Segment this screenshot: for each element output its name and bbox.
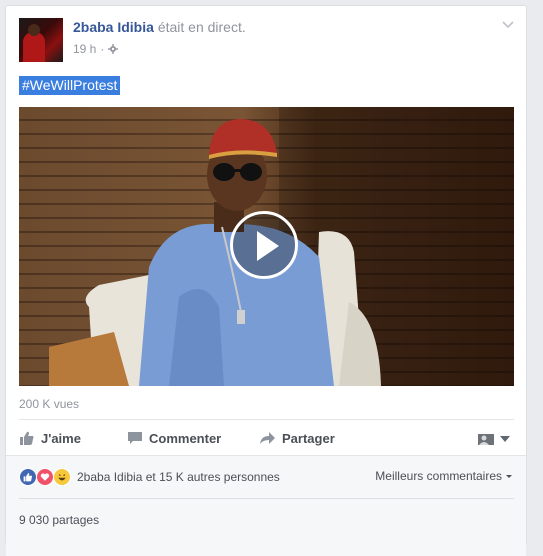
view-count: 200 K vues [19,397,80,411]
love-reaction-icon [36,468,54,486]
reactions-summary[interactable]: 2baba Idibia et 15 K autres personnes [19,468,280,486]
footer-divider [19,498,514,499]
sort-caret-icon [506,474,512,478]
post-header: 2baba Idibia était en direct. [73,19,246,35]
share-arrow-icon [260,432,275,444]
page-avatar-icon [478,434,494,445]
hashtag-link[interactable]: #WeWillProtest [19,76,121,95]
meta-separator: · [100,42,105,56]
like-label: J'aime [41,430,81,446]
divider [19,419,514,420]
thumbs-up-icon [20,431,34,445]
play-button[interactable] [230,211,298,279]
reactions-text: 2baba Idibia et 15 K autres personnes [77,470,280,484]
comment-sort-dropdown[interactable]: Meilleurs commentaires [375,469,512,483]
avatar-figure [23,32,45,62]
post-meta: 19 h · [73,42,119,56]
video-player[interactable] [19,107,514,386]
share-count[interactable]: 9 030 partages [19,513,99,527]
chevron-down-icon[interactable] [502,20,514,30]
like-button[interactable]: J'aime [19,430,81,446]
author-avatar[interactable] [19,18,63,62]
audience-selector[interactable] [476,432,510,446]
avatar-head [28,24,40,36]
comment-button[interactable]: Commenter [127,430,221,446]
sort-label: Meilleurs commentaires [375,469,502,483]
post-card: 2baba Idibia était en direct. 19 h · #We… [5,5,527,556]
haha-reaction-icon [53,468,71,486]
comment-label: Commenter [149,430,222,446]
post-footer: 2baba Idibia et 15 K autres personnes Me… [6,455,526,556]
author-name[interactable]: 2baba Idibia [73,19,154,35]
gear-icon[interactable] [108,44,119,54]
post-timestamp[interactable]: 19 h [73,42,96,56]
play-icon [257,231,279,261]
share-button[interactable]: Partager [259,430,335,446]
post-action-text: était en direct. [157,19,246,35]
action-bar: J'aime Commenter Partager [19,430,514,450]
caret-down-icon [500,436,510,442]
comment-icon [128,432,142,444]
share-label: Partager [282,430,335,446]
like-reaction-icon [19,468,37,486]
